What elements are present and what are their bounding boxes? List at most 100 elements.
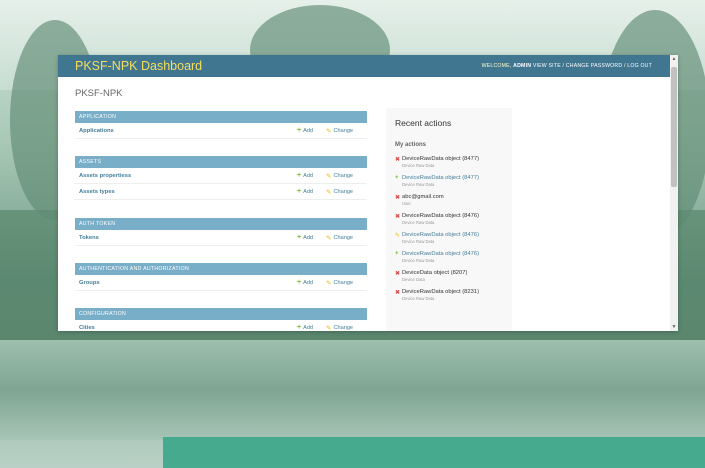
action-label: DeviceRawData object (8476) xyxy=(402,213,480,219)
model-link-groups[interactable]: Groups xyxy=(79,280,100,286)
module-caption[interactable]: AUTHENTICATION AND AUTHORIZATION xyxy=(75,263,367,275)
module-configuration: CONFIGURATION Cities + Add ✎ Change xyxy=(75,308,367,331)
add-button[interactable]: + Add xyxy=(297,188,313,195)
change-button[interactable]: ✎ Change xyxy=(326,172,353,180)
model-row: Cities + Add ✎ Change xyxy=(75,320,367,331)
view-site-link[interactable]: VIEW SITE xyxy=(533,63,561,69)
teal-panel xyxy=(163,437,705,468)
add-label: Add xyxy=(303,188,314,195)
action-link[interactable]: DeviceRawData object (8476) xyxy=(395,251,503,258)
action-link[interactable]: DeviceRawData object (8476) xyxy=(395,232,503,239)
pencil-icon: ✎ xyxy=(326,188,332,196)
delete-icon: ✖ xyxy=(395,195,401,201)
add-button[interactable]: + Add xyxy=(297,279,313,286)
recent-action-item: ✖ DeviceRawData object (8476) Device Raw… xyxy=(386,209,512,228)
background-water xyxy=(0,340,705,440)
change-button[interactable]: ✎ Change xyxy=(326,188,353,196)
delete-icon: ✖ xyxy=(395,290,401,296)
action-content-type: Device Raw Data xyxy=(402,296,435,301)
model-link-cities[interactable]: Cities xyxy=(79,325,95,331)
model-row: Assets propertiess + Add ✎ Change xyxy=(75,168,367,184)
action-link[interactable]: DeviceRawData object (8477) xyxy=(395,175,503,182)
change-label: Change xyxy=(333,188,354,195)
change-label: Change xyxy=(333,324,354,331)
recent-action-item: ✖ DeviceRawData object (8231) Device Raw… xyxy=(386,285,512,304)
module-application: APPLICATION Applications + Add ✎ Change xyxy=(75,111,367,139)
browser-window: PKSF-NPK Dashboard WELCOME, ADMIN VIEW S… xyxy=(58,55,678,331)
pencil-icon: ✎ xyxy=(326,234,332,242)
action-label: DeviceRawData object (8477) xyxy=(402,156,480,162)
action-content-type: Device Raw Data xyxy=(402,220,435,225)
site-brand[interactable]: PKSF-NPK Dashboard xyxy=(75,59,202,73)
add-label: Add xyxy=(303,127,314,134)
module-caption[interactable]: APPLICATION xyxy=(75,111,367,123)
recent-action-item: ✖ abc@gmail.com User xyxy=(386,190,512,209)
change-label: Change xyxy=(333,127,354,134)
module-auth-token: AUTH TOKEN Tokens + Add ✎ Change xyxy=(75,218,367,246)
change-button[interactable]: ✎ Change xyxy=(326,324,353,332)
welcome-text: WELCOME, xyxy=(481,63,512,69)
action-content-type: Device Data xyxy=(402,277,425,282)
recent-action-item: ✖ DeviceData object (8207) Device Data xyxy=(386,266,512,285)
user-tools: WELCOME, ADMIN VIEW SITE / CHANGE PASSWO… xyxy=(482,63,652,69)
scrollbar-thumb[interactable] xyxy=(671,67,677,187)
module-assets: ASSETS Assets propertiess + Add ✎ Change A… xyxy=(75,156,367,200)
scroll-down-arrow-icon[interactable]: ▼ xyxy=(670,323,678,331)
model-row: Tokens + Add ✎ Change xyxy=(75,230,367,246)
admin-header: PKSF-NPK Dashboard WELCOME, ADMIN VIEW S… xyxy=(58,55,678,77)
delete-icon: ✖ xyxy=(395,214,401,220)
recent-action-item: ✖ DeviceRawData object (8477) Device Raw… xyxy=(386,152,512,171)
action-label: DeviceData object (8207) xyxy=(402,270,468,276)
model-row: Applications + Add ✎ Change xyxy=(75,123,367,139)
plus-icon: + xyxy=(297,324,302,331)
delete-icon: ✖ xyxy=(395,157,401,163)
main-content: PKSF-NPK APPLICATION Applications + Add ✎… xyxy=(58,77,670,331)
page-title: PKSF-NPK xyxy=(75,88,123,99)
module-authentication: AUTHENTICATION AND AUTHORIZATION Groups … xyxy=(75,263,367,291)
add-label: Add xyxy=(303,324,314,331)
model-link-applications[interactable]: Applications xyxy=(79,128,114,134)
action-content-type: Device Raw Data xyxy=(402,182,435,187)
add-button[interactable]: + Add xyxy=(297,324,313,331)
add-label: Add xyxy=(303,234,314,241)
recent-action-item: + DeviceRawData object (8476) Device Raw… xyxy=(386,247,512,266)
plus-icon: + xyxy=(297,172,302,179)
log-out-link[interactable]: LOG OUT xyxy=(627,63,652,69)
plus-icon: + xyxy=(297,234,302,241)
add-icon: + xyxy=(395,175,399,181)
module-caption[interactable]: CONFIGURATION xyxy=(75,308,367,320)
add-button[interactable]: + Add xyxy=(297,234,313,241)
pencil-icon: ✎ xyxy=(395,233,401,239)
module-caption[interactable]: ASSETS xyxy=(75,156,367,168)
scroll-up-arrow-icon[interactable]: ▲ xyxy=(670,55,678,63)
change-button[interactable]: ✎ Change xyxy=(326,127,353,135)
pencil-icon: ✎ xyxy=(326,279,332,287)
model-link-assets-propertiess[interactable]: Assets propertiess xyxy=(79,173,131,179)
action-content-type: Device Raw Data xyxy=(402,239,435,244)
my-actions-heading: My actions xyxy=(395,142,427,148)
action-label: abc@gmail.com xyxy=(402,194,444,200)
pencil-icon: ✎ xyxy=(326,172,332,180)
change-button[interactable]: ✎ Change xyxy=(326,279,353,287)
module-caption[interactable]: AUTH TOKEN xyxy=(75,218,367,230)
model-row: Assets types + Add ✎ Change xyxy=(75,184,367,200)
add-label: Add xyxy=(303,172,314,179)
add-button[interactable]: + Add xyxy=(297,127,313,134)
change-label: Change xyxy=(333,172,354,179)
add-button[interactable]: + Add xyxy=(297,172,313,179)
action-content-type: User xyxy=(402,201,411,206)
delete-icon: ✖ xyxy=(395,271,401,277)
action-content-type: Device Raw Data xyxy=(402,258,435,263)
pencil-icon: ✎ xyxy=(326,324,332,332)
plus-icon: + xyxy=(297,188,302,195)
recent-action-item: ✎ DeviceRawData object (8476) Device Raw… xyxy=(386,228,512,247)
add-icon: + xyxy=(395,251,399,257)
vertical-scrollbar[interactable]: ▲ ▼ xyxy=(670,55,678,331)
change-password-link[interactable]: CHANGE PASSWORD xyxy=(566,63,623,69)
change-label: Change xyxy=(333,234,354,241)
model-link-tokens[interactable]: Tokens xyxy=(79,235,99,241)
change-button[interactable]: ✎ Change xyxy=(326,234,353,242)
recent-actions-title: Recent actions xyxy=(395,118,452,128)
add-label: Add xyxy=(303,279,314,286)
model-link-assets-types[interactable]: Assets types xyxy=(79,189,115,195)
